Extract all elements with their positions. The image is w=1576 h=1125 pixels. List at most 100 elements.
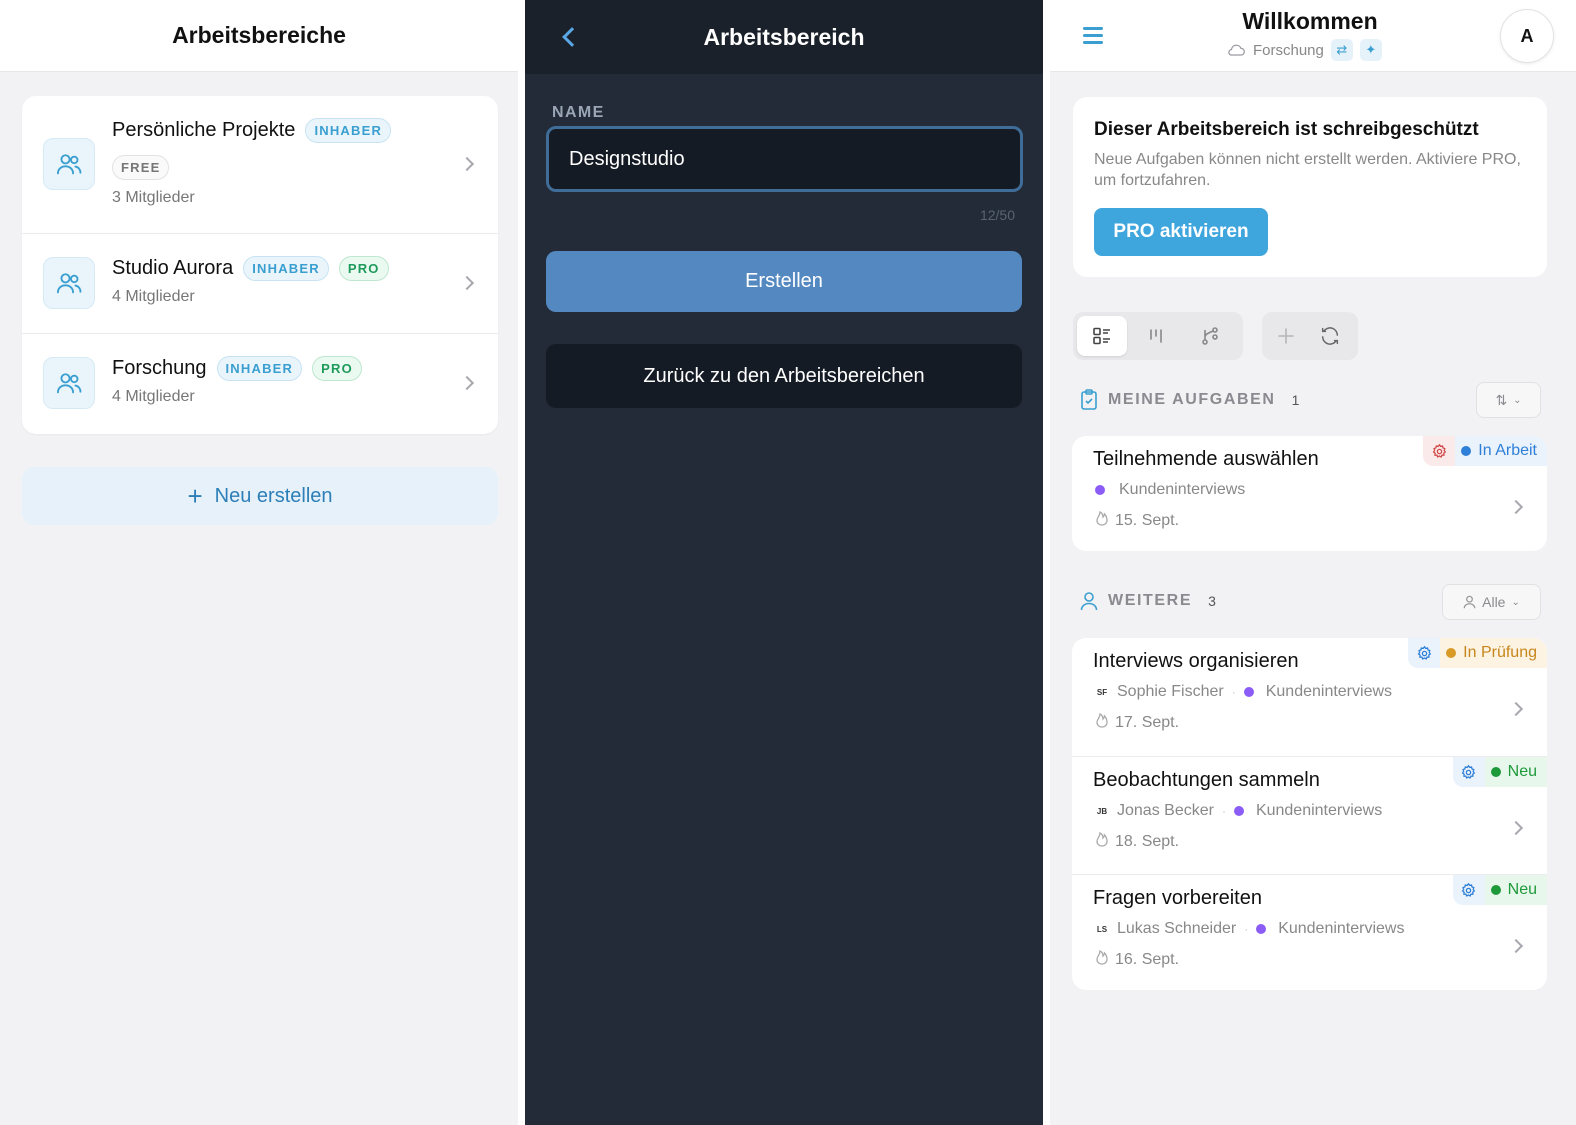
action-group <box>1262 312 1358 360</box>
workspace-name: Studio Aurora <box>112 257 234 279</box>
avatar[interactable]: A <box>1500 9 1554 63</box>
separator: · <box>1244 922 1249 936</box>
chevron-right-icon <box>459 375 475 391</box>
new-workspace-label: Neu erstellen <box>214 484 333 507</box>
assignee-initials: JB <box>1096 806 1108 816</box>
users-icon <box>43 357 95 409</box>
assignee-initials: SF <box>1096 687 1108 697</box>
task-item[interactable]: Interviews organisieren SF Sophie Fische… <box>1072 638 1547 756</box>
sort-icon: ⇅ <box>1495 391 1508 408</box>
board-view-icon[interactable] <box>1131 316 1181 356</box>
back-to-workspaces-button[interactable]: Zurück zu den Arbeitsbereichen <box>546 344 1022 408</box>
status-badge: Neu <box>1452 875 1547 905</box>
owner-badge: INHABER <box>243 256 329 281</box>
view-switcher <box>1073 312 1243 360</box>
others-header: WEITERE 3 <box>1080 591 1216 611</box>
name-field-label: NAME <box>552 104 605 121</box>
clipboard-icon <box>1081 389 1097 410</box>
add-icon[interactable] <box>1266 316 1306 356</box>
task-item[interactable]: Teilnehmende auswählen Kundeninterviews … <box>1072 436 1547 551</box>
sort-button[interactable]: ⇅ ⌄ <box>1476 382 1541 418</box>
workspace-item-studio-aurora[interactable]: Studio Aurora INHABER PRO 4 Mitglieder <box>22 233 498 333</box>
workspace-indicator[interactable]: Forschung ⇄ ✦ <box>1226 39 1382 61</box>
status-dot <box>1446 648 1457 658</box>
back-chevron-icon[interactable] <box>561 28 577 44</box>
user-icon <box>1463 595 1476 609</box>
plan-badge: FREE <box>112 155 170 180</box>
readonly-notice: Dieser Arbeitsbereich ist schreibgeschüt… <box>1073 97 1547 277</box>
task-date-row: 15. Sept. <box>1095 510 1179 531</box>
workspace-name: Forschung <box>1253 41 1324 59</box>
assignee-initials: LS <box>1096 924 1108 934</box>
workspaces-header: Arbeitsbereiche <box>0 0 518 72</box>
status-label: In Prüfung <box>1463 644 1537 661</box>
flame-icon <box>1095 712 1109 733</box>
chevron-right-icon <box>1508 701 1524 717</box>
task-item[interactable]: Fragen vorbereiten LS Lukas Schneider · … <box>1072 874 1547 990</box>
workspace-item-forschung[interactable]: Forschung INHABER PRO 4 Mitglieder <box>22 333 498 434</box>
task-date: 18. Sept. <box>1115 832 1180 850</box>
members-count: 4 Mitglieder <box>112 288 195 305</box>
status-dot <box>1461 446 1472 456</box>
chevron-down-icon: ⌄ <box>1513 394 1522 406</box>
gear-icon <box>1452 757 1485 787</box>
assignee-filter[interactable]: Alle ⌄ <box>1442 584 1541 620</box>
workspace-item-persoenliche-projekte[interactable]: Persönliche Projekte INHABER FREE 3 Mitg… <box>22 96 498 233</box>
users-icon <box>43 138 95 190</box>
task-assignee: Lukas Schneider <box>1117 920 1237 937</box>
flame-icon <box>1095 510 1109 531</box>
refresh-icon[interactable] <box>1310 316 1350 356</box>
task-assignee: Jonas Becker <box>1117 802 1214 819</box>
dashboard-panel: Willkommen Forschung ⇄ ✦ A Dieser Arbeit… <box>1050 0 1576 1125</box>
workspaces-panel: Arbeitsbereiche Persönliche Projekte INH… <box>0 0 518 1125</box>
others-list: Interviews organisieren SF Sophie Fische… <box>1072 638 1547 990</box>
chevron-right-icon <box>1508 499 1524 515</box>
my-tasks-list: Teilnehmende auswählen Kundeninterviews … <box>1072 436 1547 551</box>
plus-icon: + <box>187 481 203 511</box>
status-label: Neu <box>1507 763 1537 780</box>
flow-view-icon[interactable] <box>1185 316 1235 356</box>
separator: · <box>1231 685 1236 699</box>
task-title: Teilnehmende auswählen <box>1093 448 1319 470</box>
gear-icon <box>1408 638 1441 668</box>
plan-badge: PRO <box>338 256 389 281</box>
task-meta: JB Jonas Becker · Kundeninterviews <box>1095 802 1382 820</box>
switch-icon[interactable]: ⇄ <box>1330 39 1353 61</box>
my-tasks-header: MEINE AUFGABEN 1 <box>1080 389 1299 411</box>
task-date-row: 18. Sept. <box>1095 831 1179 852</box>
workspace-name-input[interactable] <box>546 126 1023 192</box>
status-dot <box>1490 767 1501 777</box>
project-dot <box>1256 924 1267 934</box>
character-counter: 12/50 <box>979 207 1015 223</box>
status-badge: In Prüfung <box>1408 638 1547 668</box>
sparkle-icon[interactable]: ✦ <box>1359 39 1382 61</box>
task-date: 15. Sept. <box>1115 511 1180 529</box>
task-project: Kundeninterviews <box>1119 481 1246 498</box>
workspace-name: Forschung <box>112 357 207 379</box>
members-count: 3 Mitglieder <box>112 189 195 206</box>
task-meta: SF Sophie Fischer · Kundeninterviews <box>1095 683 1392 701</box>
readonly-description: Neue Aufgaben können nicht erstellt werd… <box>1094 151 1521 189</box>
gear-icon <box>1423 436 1456 466</box>
filter-label: Alle <box>1482 594 1506 610</box>
task-date: 17. Sept. <box>1115 713 1180 731</box>
chevron-right-icon <box>1508 820 1524 836</box>
status-label: Neu <box>1507 881 1537 898</box>
task-item[interactable]: Beobachtungen sammeln JB Jonas Becker · … <box>1072 756 1547 874</box>
members-count: 4 Mitglieder <box>112 388 195 405</box>
list-view-icon[interactable] <box>1077 316 1127 356</box>
gear-icon <box>1452 875 1485 905</box>
others-label: WEITERE <box>1108 592 1193 609</box>
workspace-list: Persönliche Projekte INHABER FREE 3 Mitg… <box>22 96 498 434</box>
new-workspace-button[interactable]: + Neu erstellen <box>22 467 498 525</box>
task-title: Beobachtungen sammeln <box>1093 769 1320 791</box>
user-icon <box>1080 592 1098 611</box>
task-project: Kundeninterviews <box>1255 802 1383 819</box>
activate-pro-button[interactable]: PRO aktivieren <box>1094 208 1268 256</box>
task-assignee: Sophie Fischer <box>1117 683 1224 700</box>
create-workspace-panel: Arbeitsbereich NAME 12/50 Erstellen Zurü… <box>525 0 1043 1125</box>
create-button[interactable]: Erstellen <box>546 251 1022 312</box>
task-project: Kundeninterviews <box>1278 920 1405 937</box>
task-date: 16. Sept. <box>1115 950 1180 968</box>
task-title: Fragen vorbereiten <box>1093 887 1262 909</box>
